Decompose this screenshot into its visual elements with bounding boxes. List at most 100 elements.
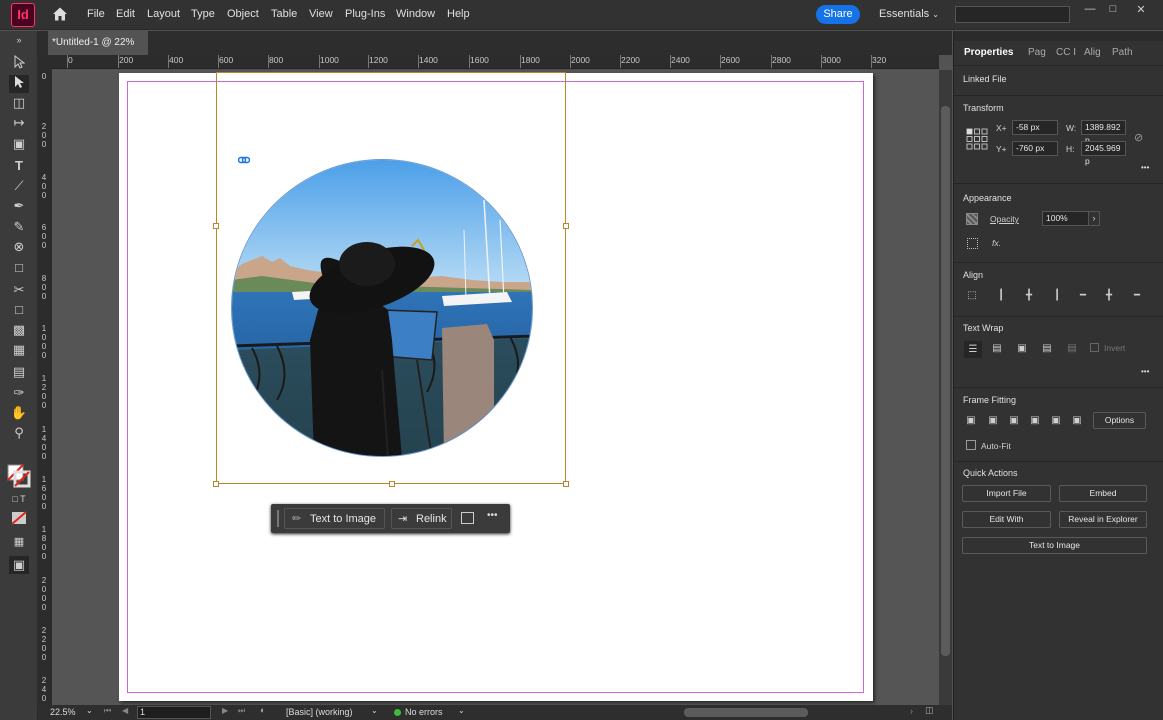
zoom-dropdown-icon[interactable]: ⌄ (86, 706, 93, 715)
gradient-tool-icon[interactable]: ▩ (9, 321, 29, 339)
tab-properties[interactable]: Properties (964, 47, 1013, 58)
minimize-icon[interactable]: — (1082, 3, 1098, 17)
invert-checkbox[interactable] (1090, 343, 1099, 352)
frame-fitting-options-button[interactable]: Options (1093, 412, 1146, 429)
content-aware-fit-icon[interactable]: ▣ (1070, 415, 1084, 427)
jump-object-icon[interactable]: ▤ (1040, 343, 1054, 355)
close-icon[interactable]: ✕ (1133, 3, 1149, 17)
resize-handle-bottom-right[interactable] (563, 481, 569, 487)
scroll-right-icon[interactable]: › (910, 706, 913, 716)
fit-frame-to-content-icon[interactable]: ▣ (1007, 415, 1021, 427)
height-field[interactable]: 2045.969 p (1081, 141, 1126, 166)
align-left-icon[interactable]: ┃ (994, 290, 1008, 302)
zoom-level[interactable]: 22.5% (50, 707, 76, 717)
fit-frame-icon[interactable] (461, 512, 474, 524)
split-view-icon[interactable]: ◫ (925, 705, 934, 716)
constrain-proportions-icon[interactable]: ⊘ (1134, 131, 1143, 144)
opacity-field[interactable]: 100% (1042, 211, 1089, 226)
screen-mode-icon[interactable]: ▦ (9, 533, 29, 551)
center-content-icon[interactable]: ▣ (1049, 415, 1063, 427)
wrap-object-shape-icon[interactable]: ▣ (1015, 343, 1029, 355)
link-icon[interactable] (237, 155, 251, 165)
scroll-thumb[interactable] (941, 106, 950, 656)
style-dropdown-icon[interactable]: ⌄ (371, 706, 378, 715)
maximize-icon[interactable]: □ (1105, 3, 1121, 17)
fill-frame-proportionally-icon[interactable]: ▣ (964, 415, 978, 427)
menu-window[interactable]: Window (396, 8, 435, 20)
width-field[interactable]: 1389.892 p (1081, 120, 1126, 145)
align-vertical-center-icon[interactable]: ╋ (1102, 290, 1116, 302)
align-right-icon[interactable]: ┃ (1050, 290, 1064, 302)
preview-mode-icon[interactable]: ▣ (9, 556, 29, 574)
no-text-wrap-icon[interactable]: ☰ (964, 341, 982, 358)
more-text-wrap-icon[interactable]: ••• (1141, 367, 1149, 376)
tab-align[interactable]: Alig (1084, 47, 1101, 58)
style-status[interactable]: [Basic] (working) (286, 707, 353, 717)
free-transform-tool-icon[interactable]: □ (9, 301, 29, 319)
reference-point-icon[interactable] (966, 128, 988, 150)
home-icon[interactable] (52, 6, 68, 22)
scissors-tool-icon[interactable]: ✂ (9, 281, 29, 299)
menu-table[interactable]: Table (271, 8, 297, 20)
embed-button[interactable]: Embed (1059, 485, 1147, 502)
wrap-bounding-box-icon[interactable]: ▤ (990, 343, 1004, 355)
reveal-in-explorer-button[interactable]: Reveal in Explorer (1059, 511, 1147, 528)
share-button[interactable]: Share (816, 5, 860, 24)
align-horizontal-center-icon[interactable]: ╋ (1022, 290, 1036, 302)
note-tool-icon[interactable]: ▤ (9, 363, 29, 381)
drag-handle[interactable] (277, 510, 279, 527)
text-to-image-panel-button[interactable]: Text to Image (962, 537, 1147, 554)
align-bottom-icon[interactable]: ━ (1130, 290, 1144, 302)
page-tool-icon[interactable]: ◫ (9, 94, 29, 112)
first-page-icon[interactable]: ⏮ (104, 706, 111, 716)
document-tab[interactable]: *Untitled-1 @ 22% ✕ (48, 31, 148, 72)
eyedropper-tool-icon[interactable]: ✑ (9, 384, 29, 402)
fit-content-proportionally-icon[interactable]: ▣ (986, 415, 1000, 427)
import-file-button[interactable]: Import File (962, 485, 1051, 502)
menu-plug-ins[interactable]: Plug-Ins (345, 8, 385, 20)
menu-help[interactable]: Help (447, 8, 470, 20)
opacity-expand-icon[interactable]: › (1088, 211, 1100, 226)
tab-pages[interactable]: Pag (1028, 47, 1046, 58)
selection-tool-icon[interactable] (9, 54, 29, 73)
align-to-selection-icon[interactable]: ⬚ (965, 290, 979, 302)
resize-handle-right[interactable] (563, 223, 569, 229)
jump-next-column-icon[interactable]: ▤ (1065, 343, 1079, 355)
menu-view[interactable]: View (309, 8, 333, 20)
menu-file[interactable]: File (87, 8, 105, 20)
fill-stroke-swatch-icon[interactable] (7, 464, 31, 488)
collapse-icon[interactable]: » (9, 31, 29, 49)
more-options-icon[interactable]: ••• (487, 510, 498, 521)
type-tool-icon[interactable]: T (9, 157, 29, 175)
gap-tool-icon[interactable]: ↦ (9, 114, 29, 132)
graphic-frame[interactable] (213, 72, 569, 487)
search-input[interactable] (955, 6, 1070, 23)
vertical-scrollbar[interactable] (939, 70, 952, 705)
last-page-icon[interactable]: ⏭ (238, 706, 245, 716)
content-collector-icon[interactable]: ▣ (9, 135, 29, 153)
line-tool-icon[interactable]: ⟋ (9, 177, 29, 195)
previous-page-icon[interactable]: ◀ (122, 706, 128, 715)
tab-pathfinder[interactable]: Path (1112, 47, 1133, 58)
opacity-label[interactable]: Opacity (990, 214, 1019, 224)
hand-tool-icon[interactable]: ✋ (9, 404, 29, 422)
gradient-feather-tool-icon[interactable]: ▦ (9, 341, 29, 359)
y-position-field[interactable]: -760 px (1012, 141, 1058, 156)
preflight-errors[interactable]: No errors (405, 707, 443, 717)
next-page-icon[interactable]: ▶ (222, 706, 228, 715)
workspace-switcher[interactable]: Essentials ⌄ (879, 8, 939, 20)
drop-shadow-icon[interactable] (967, 238, 978, 249)
resize-handle-left[interactable] (213, 223, 219, 229)
resize-handle-bottom-left[interactable] (213, 481, 219, 487)
panel-drag-bar[interactable] (954, 31, 1163, 41)
menu-object[interactable]: Object (227, 8, 259, 20)
relink-button[interactable]: ⇥ Relink (391, 508, 452, 529)
more-transform-icon[interactable]: ••• (1141, 163, 1149, 172)
fit-content-to-frame-icon[interactable]: ▣ (1028, 415, 1042, 427)
x-position-field[interactable]: -58 px (1012, 120, 1058, 135)
menu-edit[interactable]: Edit (116, 8, 135, 20)
resize-handle-bottom[interactable] (389, 481, 395, 487)
text-to-image-button[interactable]: ✏ Text to Image (284, 508, 385, 529)
open-page-icon[interactable]: ◐ (260, 705, 265, 715)
tab-cc-libraries[interactable]: CC I (1056, 47, 1076, 58)
